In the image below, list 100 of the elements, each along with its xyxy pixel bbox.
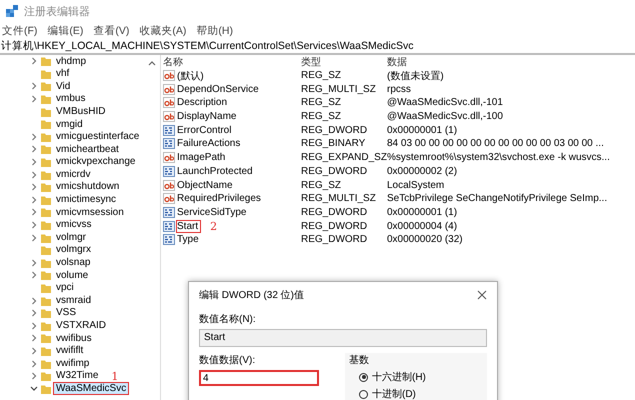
column-header[interactable]: 类型 bbox=[301, 55, 387, 69]
tree-item[interactable]: WaaSMedicSvc bbox=[54, 382, 128, 394]
value-name[interactable]: ImagePath bbox=[177, 152, 228, 164]
value-data: rpcss bbox=[387, 84, 412, 95]
value-data: 84 03 00 00 00 00 00 00 00 00 00 00 03 00 00 ... bbox=[387, 138, 605, 150]
menu-item[interactable]: 编辑(E) bbox=[47, 24, 84, 38]
binary-value-icon bbox=[163, 206, 175, 218]
chevron-right-icon[interactable] bbox=[30, 232, 38, 243]
chevron-right-icon[interactable] bbox=[30, 333, 38, 344]
tree-item[interactable]: Vid bbox=[54, 80, 72, 92]
value-name[interactable]: DependOnService bbox=[177, 84, 261, 95]
chevron-right-icon[interactable] bbox=[30, 157, 38, 168]
address-bar[interactable]: 计算机\HKEY_LOCAL_MACHINE\SYSTEM\CurrentControlSet\Services\WaaSMedicSvc bbox=[0, 40, 635, 55]
radio-button[interactable] bbox=[359, 390, 368, 398]
chevron-right-icon[interactable] bbox=[30, 308, 38, 318]
tree-item[interactable]: VSTXRAID bbox=[54, 320, 108, 332]
chevron-right-icon[interactable] bbox=[30, 296, 38, 306]
column-header[interactable]: 数据 bbox=[387, 55, 635, 69]
chevron-right-icon[interactable] bbox=[30, 220, 38, 230]
radio-button[interactable] bbox=[359, 372, 368, 382]
tree-item[interactable]: vwifimp bbox=[54, 358, 92, 370]
chevron-right-icon[interactable] bbox=[30, 194, 38, 205]
value-data: SeTcbPrivilege SeChangeNotifyPrivilege SeImp... bbox=[387, 193, 608, 204]
tree-item[interactable]: vmictimesync bbox=[54, 194, 118, 206]
column-header[interactable]: 名称 bbox=[163, 55, 301, 69]
value-data-field[interactable]: 4 bbox=[199, 370, 319, 386]
folder-icon bbox=[41, 282, 51, 293]
window-title: 注册表编辑器 bbox=[24, 4, 90, 18]
chevron-right-icon[interactable] bbox=[30, 56, 38, 66]
tree-item[interactable]: vsmraid bbox=[54, 294, 94, 306]
value-name[interactable]: Type bbox=[177, 234, 201, 246]
value-name[interactable]: (默认) bbox=[177, 68, 206, 83]
value-name[interactable]: ObjectName bbox=[177, 180, 235, 191]
folder-icon bbox=[41, 56, 51, 66]
tree-item[interactable]: vmicguestinterface bbox=[54, 131, 142, 143]
folder-icon bbox=[41, 346, 51, 356]
value-type: REG_BINARY bbox=[301, 138, 366, 150]
tree-item[interactable]: volsnap bbox=[54, 257, 92, 269]
radio-label[interactable]: 十六进制(H) bbox=[372, 370, 426, 384]
string-value-icon bbox=[163, 180, 175, 191]
value-data: 0x00000020 (32) bbox=[387, 234, 464, 246]
value-name-field[interactable]: Start bbox=[199, 329, 487, 347]
value-name[interactable]: Start bbox=[177, 220, 200, 232]
folder-icon bbox=[41, 94, 51, 104]
value-name[interactable]: LaunchProtected bbox=[177, 166, 255, 177]
group-label: 基数 bbox=[349, 354, 370, 367]
menu-item[interactable]: 查看(V) bbox=[93, 24, 130, 38]
tree-item[interactable]: vwififlt bbox=[54, 345, 86, 357]
chevron-right-icon[interactable] bbox=[30, 358, 38, 369]
tree-item[interactable]: W32Time bbox=[54, 370, 100, 382]
tree-item[interactable]: volmgr bbox=[54, 232, 88, 244]
chevron-right-icon[interactable] bbox=[30, 94, 38, 104]
value-name[interactable]: DisplayName bbox=[177, 111, 238, 122]
tree-item[interactable]: vhdmp bbox=[54, 56, 88, 68]
tree-item[interactable]: VMBusHID bbox=[54, 106, 108, 118]
tree-item[interactable]: VSS bbox=[54, 307, 78, 319]
chevron-right-icon[interactable] bbox=[30, 346, 38, 356]
tree-item[interactable]: volume bbox=[54, 270, 90, 282]
scroll-up-icon[interactable] bbox=[148, 60, 156, 66]
tree-item[interactable]: vmicheartbeat bbox=[54, 144, 121, 156]
chevron-right-icon[interactable] bbox=[30, 132, 38, 142]
chevron-right-icon[interactable] bbox=[30, 182, 38, 192]
binary-value-icon bbox=[163, 166, 175, 177]
tree-item[interactable]: vmicshutdown bbox=[54, 181, 122, 193]
annotation-number: 1 bbox=[111, 370, 118, 383]
value-type: REG_MULTI_SZ bbox=[301, 84, 377, 95]
tree-item[interactable]: vmickvpexchange bbox=[54, 156, 138, 168]
value-name[interactable]: Description bbox=[177, 97, 230, 108]
tree-item[interactable]: vmicvss bbox=[54, 219, 94, 231]
value-name[interactable]: ErrorControl bbox=[177, 124, 234, 136]
value-type: REG_DWORD bbox=[301, 166, 368, 177]
tree-item[interactable]: vmgid bbox=[54, 118, 85, 130]
chevron-right-icon[interactable] bbox=[30, 371, 38, 382]
value-name[interactable]: ServiceSidType bbox=[177, 206, 248, 218]
menu-item[interactable]: 收藏夹(A) bbox=[139, 24, 186, 38]
chevron-right-icon[interactable] bbox=[30, 258, 38, 268]
menu-item[interactable]: 帮助(H) bbox=[196, 24, 233, 38]
chevron-right-icon[interactable] bbox=[30, 207, 38, 218]
tree-item[interactable]: vhf bbox=[54, 68, 72, 80]
string-value-icon bbox=[163, 97, 175, 108]
radio-label[interactable]: 十进制(D) bbox=[372, 387, 416, 400]
tree-item[interactable]: vpci bbox=[54, 282, 76, 294]
value-name[interactable]: RequiredPrivileges bbox=[177, 193, 263, 204]
chevron-right-icon[interactable] bbox=[30, 170, 38, 180]
value-name[interactable]: FailureActions bbox=[177, 138, 242, 150]
folder-icon bbox=[41, 371, 51, 382]
tree-item[interactable]: vmicrdv bbox=[54, 168, 92, 180]
folder-icon bbox=[41, 182, 51, 192]
chevron-right-icon[interactable] bbox=[30, 270, 38, 280]
annotation-number: 2 bbox=[210, 220, 218, 233]
chevron-right-icon[interactable] bbox=[30, 81, 38, 92]
tree-item[interactable]: vmbus bbox=[54, 93, 88, 105]
tree-item[interactable]: vmicvmsession bbox=[54, 206, 126, 218]
folder-icon bbox=[41, 144, 51, 154]
tree-item[interactable]: volmgrx bbox=[54, 244, 94, 256]
chevron-right-icon[interactable] bbox=[30, 320, 38, 331]
chevron-right-icon[interactable] bbox=[30, 144, 38, 154]
menu-item[interactable]: 文件(F) bbox=[2, 24, 38, 38]
tree-item[interactable]: vwifibus bbox=[54, 332, 94, 344]
close-icon[interactable] bbox=[477, 290, 487, 300]
